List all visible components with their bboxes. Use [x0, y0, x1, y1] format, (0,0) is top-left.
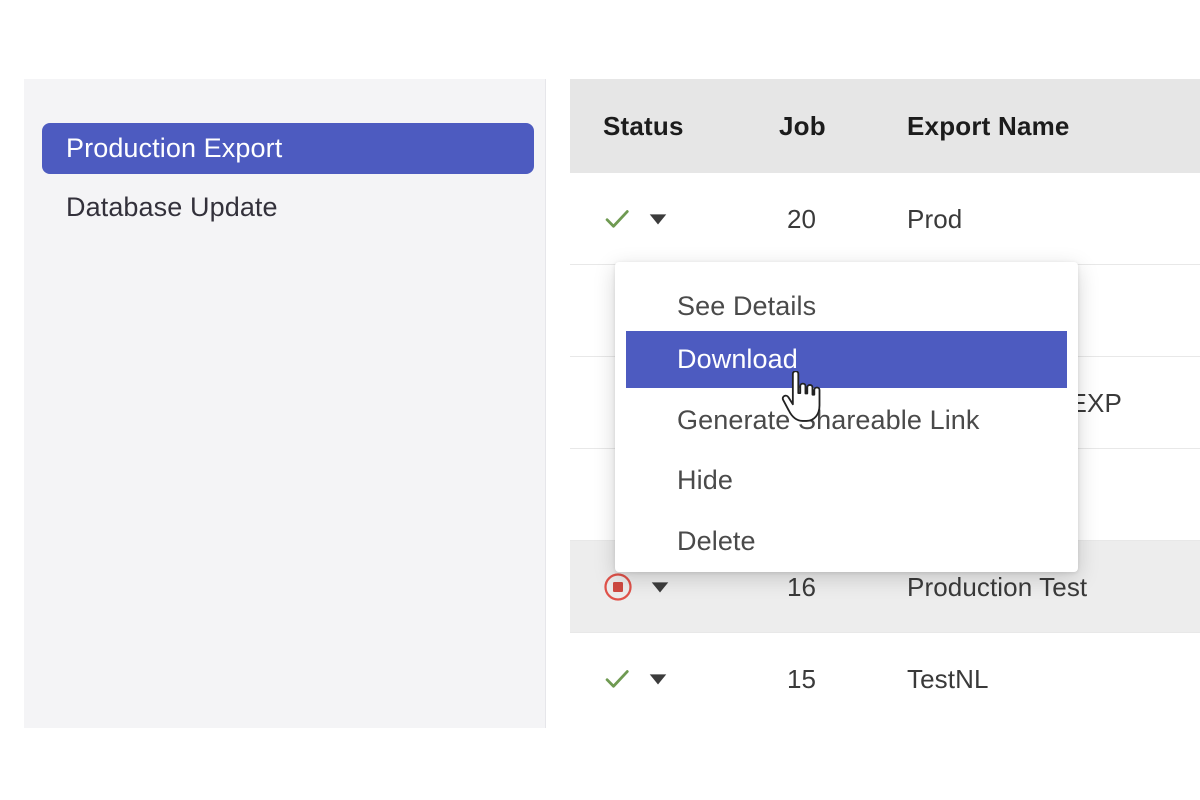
- column-header-export-name[interactable]: Export Name: [907, 79, 1070, 173]
- sidebar-item-label: Production Export: [66, 133, 282, 164]
- stop-icon: [603, 572, 633, 602]
- job-number: 20: [787, 204, 816, 235]
- menu-item-generate-shareable-link[interactable]: Generate Shareable Link: [626, 392, 1067, 449]
- menu-item-see-details[interactable]: See Details: [626, 278, 1067, 335]
- app-root: Production Export Database Update Status…: [0, 0, 1200, 800]
- sidebar-item-label: Database Update: [66, 192, 278, 223]
- column-header-label: Export Name: [907, 111, 1070, 142]
- sidebar-item-database-update[interactable]: Database Update: [42, 182, 534, 233]
- menu-item-download[interactable]: Download: [626, 331, 1067, 388]
- chevron-down-icon[interactable]: [649, 576, 671, 598]
- column-header-label: Status: [603, 111, 684, 142]
- menu-item-label: Generate Shareable Link: [677, 405, 980, 436]
- cell-job: 20: [787, 173, 816, 265]
- export-name: TestNL: [907, 664, 989, 695]
- status-group: [603, 665, 669, 693]
- cell-export-name: Prod: [907, 173, 962, 265]
- status-group: [603, 572, 671, 602]
- export-name: Production Test: [907, 572, 1087, 603]
- sidebar-item-production-export[interactable]: Production Export: [42, 123, 534, 174]
- export-name: Prod: [907, 204, 962, 235]
- cell-status: [603, 633, 763, 725]
- check-icon: [603, 665, 631, 693]
- chevron-down-icon[interactable]: [647, 208, 669, 230]
- table-row[interactable]: 15 TestNL: [570, 633, 1200, 725]
- column-header-label: Job: [779, 111, 826, 142]
- sidebar: Production Export Database Update: [24, 79, 546, 728]
- cell-job: 15: [787, 633, 816, 725]
- column-header-status[interactable]: Status: [603, 79, 684, 173]
- status-group: [603, 205, 669, 233]
- menu-item-delete[interactable]: Delete: [626, 513, 1067, 570]
- menu-item-label: Hide: [677, 465, 733, 496]
- cell-export-name: TestNL: [907, 633, 989, 725]
- menu-item-label: Delete: [677, 526, 756, 557]
- job-number: 15: [787, 664, 816, 695]
- menu-item-hide[interactable]: Hide: [626, 452, 1067, 509]
- row-actions-context-menu: See Details Download Generate Shareable …: [615, 262, 1078, 572]
- cell-status: [603, 173, 763, 265]
- menu-item-label: Download: [677, 344, 798, 375]
- job-number: 16: [787, 572, 816, 603]
- check-icon: [603, 205, 631, 233]
- menu-item-label: See Details: [677, 291, 816, 322]
- table-row[interactable]: 20 Prod: [570, 173, 1200, 265]
- chevron-down-icon[interactable]: [647, 668, 669, 690]
- table-header-row: Status Job Export Name: [570, 79, 1200, 173]
- column-header-job[interactable]: Job: [779, 79, 826, 173]
